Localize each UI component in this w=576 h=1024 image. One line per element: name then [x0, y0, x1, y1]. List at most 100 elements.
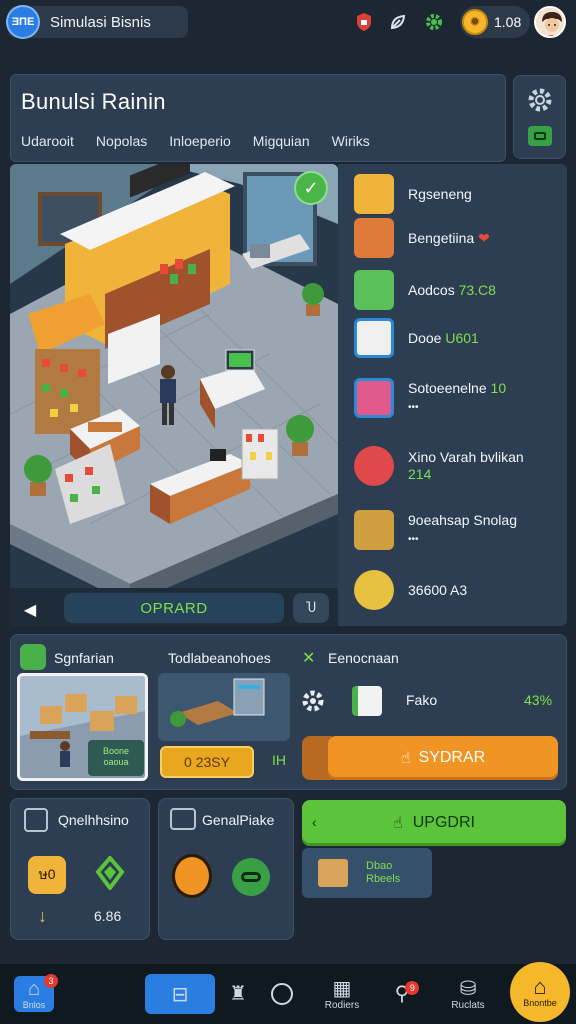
notification-badge: 9: [405, 981, 420, 995]
hand-icon: ☝: [393, 815, 403, 832]
gift-box-icon: [354, 218, 394, 258]
hand-icon: ☝: [400, 750, 411, 767]
nav-label: Ruclats: [451, 999, 485, 1011]
nav-label: Bnlos: [22, 1000, 46, 1010]
app-logo-icon: ƎΠE: [6, 5, 40, 39]
section-title-1: Sgnfarian: [54, 650, 114, 666]
package-icon: [352, 686, 382, 716]
nav-label: Bnontbe: [523, 998, 557, 1008]
gear-icon[interactable]: [526, 86, 554, 119]
inventory-list: Rgseneng Bengetiina ❤ Aodcos 73.C8 Dooe …: [338, 164, 567, 626]
app-title-pill[interactable]: ƎΠE Simulasi Bisnis: [6, 5, 188, 39]
nav-home-active[interactable]: ⌂ Bnontbe: [510, 962, 570, 1022]
check-icon[interactable]: ✓: [294, 171, 328, 205]
nav-reports[interactable]: ▦ Rodiers: [314, 972, 370, 1016]
office-card[interactable]: [158, 673, 290, 741]
store-icon: [20, 644, 46, 670]
chart-icon: ▦: [332, 977, 352, 1000]
sell-button[interactable]: ☝ SYDRAR: [328, 736, 558, 780]
sell-button-label: SYDRAR: [418, 749, 486, 766]
price-button[interactable]: 0 23SY: [160, 746, 254, 778]
nav-search[interactable]: ⚲ 9: [374, 972, 430, 1016]
list-item[interactable]: Sotoeenelne 10 •••: [338, 368, 567, 428]
stat-value: 43%: [524, 692, 553, 708]
notification-badge: 3: [44, 974, 58, 988]
timer-icon[interactable]: [172, 854, 212, 898]
avatar[interactable]: [534, 6, 566, 38]
item-label: Aodcos 73.C8: [408, 281, 496, 298]
list-item[interactable]: Bengetiina ❤: [338, 208, 567, 268]
nav-products[interactable]: ⛁ Ruclats: [440, 972, 496, 1016]
top-bar: ƎΠE Simulasi Bisnis ✹ 1.08: [0, 0, 576, 46]
people-icon: ♜: [229, 983, 247, 1005]
header-tabs: Udarooit Nopolas Inloeperio Migquian Wir…: [21, 133, 392, 149]
item-label: 36600 A3: [408, 581, 468, 598]
card-icon: [354, 318, 394, 358]
tab-3[interactable]: Inloeperio: [169, 133, 231, 149]
page-title: Bunulsi Rainin: [21, 89, 166, 114]
panel1-title: Qnelhhsino: [58, 812, 129, 828]
bag-icon: ⛁: [459, 977, 477, 1000]
tab-5[interactable]: Wiriks: [332, 133, 370, 149]
open-shop-button[interactable]: OPRARD: [64, 593, 284, 623]
delivery-box-card[interactable]: Dbao Rbeels: [302, 848, 432, 898]
badge-icon: ษ0: [28, 856, 66, 894]
nav-circle[interactable]: [254, 972, 310, 1016]
chevron-left-icon[interactable]: ◀: [18, 598, 42, 622]
clipboard-icon: [24, 808, 48, 832]
chevron-left-icon: ‹: [312, 814, 317, 830]
item-label: Xino Varah bvlikan 214: [408, 449, 524, 482]
section-title-3: Eenocnaan: [328, 650, 399, 666]
circle-icon: [271, 983, 293, 1005]
tab-1[interactable]: Udarooit: [21, 133, 74, 149]
warehouse-card[interactable]: Boone oaoua: [17, 673, 148, 781]
gear-coin-icon: ✹: [462, 9, 488, 35]
leaf-icon[interactable]: [386, 10, 410, 34]
bag-stack-icon: [354, 270, 394, 310]
crate-icon: [354, 510, 394, 550]
upgrade-button-label: UPGDRI: [412, 814, 475, 831]
coins-stack-icon: [354, 570, 394, 610]
store-scene[interactable]: [10, 164, 338, 626]
nav-store[interactable]: ⊟: [144, 972, 216, 1016]
home-icon: ⌂: [27, 978, 41, 1000]
sparkle-icon: ✕: [302, 650, 316, 667]
panel1-value: 6.86: [94, 908, 122, 924]
recycle-icon: [94, 854, 126, 895]
item-label: Rgseneng: [408, 185, 472, 202]
upgrade-button[interactable]: ☝ UPGDRI: [302, 800, 566, 846]
coin-value: 1.08: [494, 14, 522, 30]
item-label: Dooe U601: [408, 329, 479, 346]
item-label: 9oeahsap Snolag •••: [408, 512, 517, 545]
shield-icon[interactable]: [352, 10, 376, 34]
donut-icon: [354, 446, 394, 486]
price-suffix: IH: [272, 752, 286, 768]
cash-icon[interactable]: [528, 126, 552, 146]
stat-name: Fako: [406, 692, 438, 708]
business-header-panel: Bunulsi Rainin Udarooit Nopolas Inloeper…: [10, 74, 506, 162]
item-label: Bengetiina ❤: [408, 229, 490, 246]
arrow-down-icon: ↓: [38, 906, 47, 926]
panel2-title: GenalPiake: [202, 812, 275, 828]
tab-2[interactable]: Nopolas: [96, 133, 147, 149]
store-icon: ⊟: [145, 974, 215, 1014]
nav-home[interactable]: ⌂ Bnlos 3: [6, 972, 62, 1016]
settings-panel[interactable]: [513, 75, 566, 159]
list-item[interactable]: 9oeahsap Snolag •••: [338, 500, 567, 560]
link-icon[interactable]: [232, 858, 270, 896]
chat-icon[interactable]: Ⴎ: [293, 593, 329, 623]
app-title: Simulasi Bisnis: [50, 13, 151, 31]
list-item[interactable]: 36600 A3: [338, 560, 567, 620]
gear-green-icon[interactable]: [422, 10, 446, 34]
box-card-label: Dbao Rbeels: [366, 860, 401, 885]
bottles-icon: [354, 378, 394, 418]
card-label: Boone oaoua: [88, 740, 144, 776]
coin-counter[interactable]: ✹ 1.08: [460, 6, 530, 38]
box-icon: [318, 859, 348, 887]
gear-icon[interactable]: [300, 688, 326, 719]
home-active-icon: ⌂: [533, 974, 547, 999]
list-item[interactable]: Xino Varah bvlikan 214: [338, 436, 567, 496]
card-reader-icon: [170, 808, 196, 830]
tab-4[interactable]: Migquian: [253, 133, 310, 149]
list-item[interactable]: Dooe U601: [338, 308, 567, 368]
